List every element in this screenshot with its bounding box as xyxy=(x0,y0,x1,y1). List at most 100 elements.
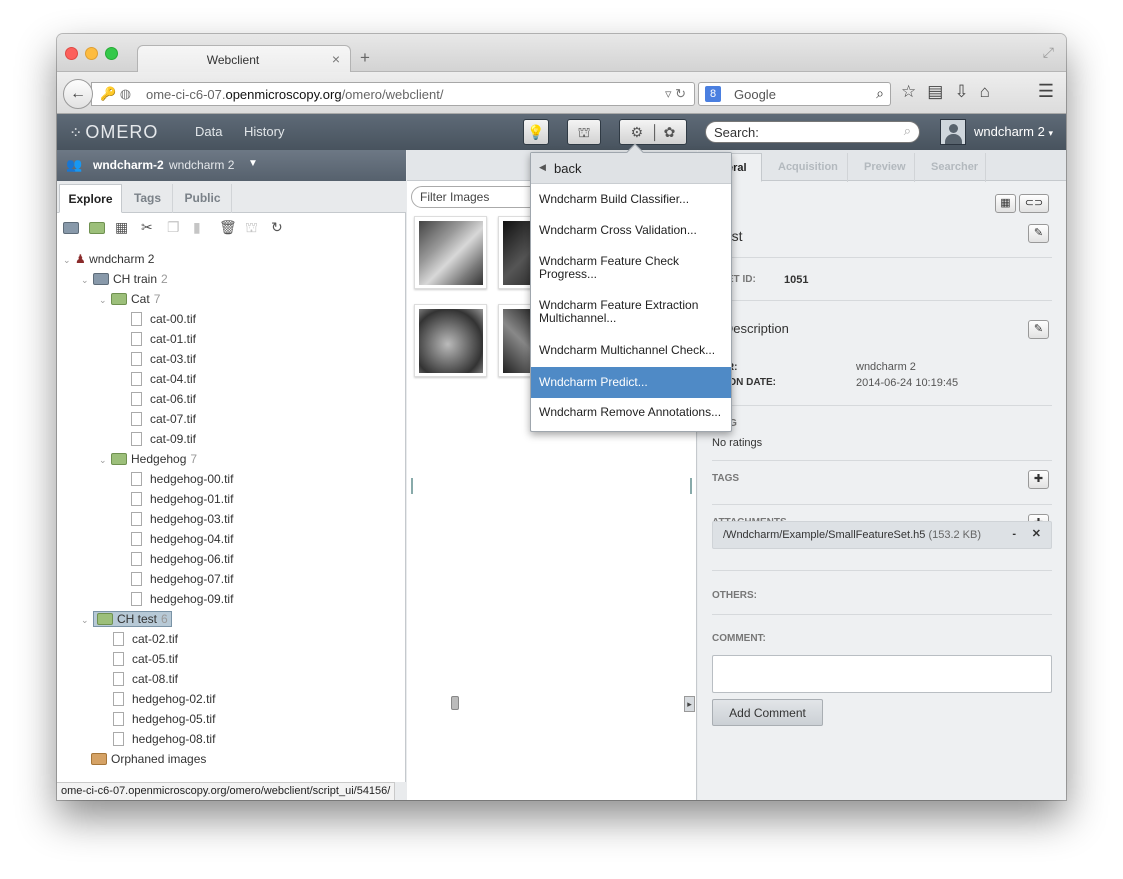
avatar[interactable] xyxy=(940,119,966,145)
identity-icon[interactable]: 🔑 ◍ xyxy=(100,86,131,102)
tree-root[interactable]: ⌄ ♟ wndcharm 2 xyxy=(63,249,154,269)
tree-image[interactable]: cat-01.tif xyxy=(131,329,196,349)
chevron-down-icon[interactable]: ▼ xyxy=(248,158,258,169)
new-project-icon[interactable] xyxy=(63,219,89,235)
menu-item-multichannel-check[interactable]: Wndcharm Multichannel Check... xyxy=(531,344,731,357)
nav-data-link[interactable]: Data xyxy=(195,124,222,139)
menu-item-remove-annotations[interactable]: Wndcharm Remove Annotations... xyxy=(531,406,731,419)
new-dataset-icon[interactable] xyxy=(89,219,115,235)
comment-textarea[interactable] xyxy=(712,655,1052,693)
menu-item-build-classifier[interactable]: Wndcharm Build Classifier... xyxy=(531,193,731,206)
link-button[interactable]: ⊂⊃ xyxy=(1019,194,1049,213)
url-bar[interactable]: 🔑 ◍ ome-ci-c6-07.openmicroscopy.org/omer… xyxy=(91,82,695,106)
omero-search[interactable]: ⌕ xyxy=(705,121,920,143)
nav-history-link[interactable]: History xyxy=(244,124,284,139)
tab-close-icon[interactable]: × xyxy=(332,51,340,67)
group-user-bar[interactable]: 👥 wndcharm-2 wndcharm 2 ▼ xyxy=(57,150,406,181)
new-tab-icon[interactable]: + xyxy=(360,48,370,68)
tree-image[interactable]: hedgehog-04.tif xyxy=(131,529,233,549)
collapse-icon[interactable]: ⌄ xyxy=(99,290,111,310)
home-icon[interactable]: ⌂ xyxy=(980,82,1001,101)
tab-searcher[interactable]: Searcher xyxy=(916,153,986,182)
menu-back-item[interactable]: ◀ back xyxy=(531,153,731,184)
tab-acquisition[interactable]: Acquisition xyxy=(763,153,848,182)
zoom-slider-knob[interactable] xyxy=(451,696,459,710)
tree-dataset-ch-test[interactable]: ⌄ CH test 6 xyxy=(81,609,172,629)
cut-icon[interactable]: ✂ xyxy=(141,219,167,236)
tree-image[interactable]: hedgehog-09.tif xyxy=(131,589,233,609)
remove-icon[interactable]: ⛫ xyxy=(245,219,271,238)
tree-image[interactable]: cat-05.tif xyxy=(113,649,178,669)
window-close-button[interactable] xyxy=(65,47,78,60)
download-icon[interactable]: ⇩ xyxy=(954,82,979,101)
delete-icon[interactable]: 🗑 xyxy=(219,219,245,236)
tab-public[interactable]: Public xyxy=(174,184,232,213)
url-text[interactable]: ome-ci-c6-07.openmicroscopy.org/omero/we… xyxy=(146,87,443,102)
scripts-button[interactable]: ⚙ │ ✿ xyxy=(619,119,687,145)
hamburger-menu-icon[interactable]: ☰ xyxy=(1038,81,1054,102)
image-thumbnail[interactable] xyxy=(414,304,487,377)
basket-button[interactable]: ⛫ xyxy=(567,119,601,145)
back-button[interactable]: ← xyxy=(63,79,93,109)
refresh-icon[interactable]: ↻ xyxy=(271,219,297,236)
edit-name-button[interactable]: ✎ xyxy=(1028,224,1049,243)
tree-image[interactable]: cat-04.tif xyxy=(131,369,196,389)
reload-icon[interactable]: ▿ ↻ xyxy=(665,86,686,102)
right-splitter-handle[interactable] xyxy=(690,478,692,494)
menu-item-predict[interactable]: Wndcharm Predict... xyxy=(531,367,731,398)
tree-image[interactable]: hedgehog-08.tif xyxy=(113,729,215,749)
tree-image[interactable]: cat-02.tif xyxy=(113,629,178,649)
menu-item-cross-validation[interactable]: Wndcharm Cross Validation... xyxy=(531,224,731,237)
menu-item-feature-check-progress[interactable]: Wndcharm Feature Check Progress... xyxy=(531,255,731,281)
left-splitter-handle[interactable] xyxy=(411,478,413,494)
omero-search-input[interactable] xyxy=(714,125,894,140)
tree-image[interactable]: hedgehog-05.tif xyxy=(113,709,215,729)
tree-dataset-cat[interactable]: ⌄ Cat 7 xyxy=(99,289,160,309)
window-zoom-button[interactable] xyxy=(105,47,118,60)
tree-image[interactable]: cat-03.tif xyxy=(131,349,196,369)
search-icon[interactable]: ⌕ xyxy=(876,85,884,102)
new-screen-icon[interactable]: ▦ xyxy=(115,219,141,236)
menu-item-feature-extraction-multichannel[interactable]: Wndcharm Feature Extraction Multichannel… xyxy=(531,299,731,325)
attachment-item[interactable]: /Wndcharm/Example/SmallFeatureSet.h5 (15… xyxy=(712,521,1052,549)
tree-image[interactable]: cat-06.tif xyxy=(131,389,196,409)
lightbulb-button[interactable]: 💡 xyxy=(523,119,549,145)
paste-icon[interactable]: ▮ xyxy=(193,219,219,236)
user-menu[interactable]: wndcharm 2 ▾ xyxy=(974,124,1053,139)
copy-icon[interactable]: ❐ xyxy=(167,219,193,236)
add-comment-button[interactable]: Add Comment xyxy=(712,699,823,726)
window-minimize-button[interactable] xyxy=(85,47,98,60)
image-thumbnail[interactable] xyxy=(414,216,487,289)
omero-logo[interactable]: ⁘ OMERO xyxy=(69,122,158,143)
delete-attachment-icon[interactable]: ✕ xyxy=(1032,527,1041,540)
tree-image[interactable]: cat-09.tif xyxy=(131,429,196,449)
tree-image[interactable]: cat-08.tif xyxy=(113,669,178,689)
tab-tags[interactable]: Tags xyxy=(123,184,173,213)
grid-view-button[interactable]: ▦ xyxy=(995,194,1016,213)
tab-preview[interactable]: Preview xyxy=(849,153,915,182)
tree-project-ch-train[interactable]: ⌄ CH train 2 xyxy=(81,269,168,289)
tree-image[interactable]: hedgehog-07.tif xyxy=(131,569,233,589)
tree-image[interactable]: hedgehog-01.tif xyxy=(131,489,233,509)
google-icon[interactable]: 8 xyxy=(705,86,721,102)
edit-description-button[interactable]: ✎ xyxy=(1028,320,1049,339)
browser-tab[interactable]: Webclient × xyxy=(137,45,351,73)
attachment-name[interactable]: /Wndcharm/Example/SmallFeatureSet.h5 (15… xyxy=(723,529,981,541)
bookmark-star-icon[interactable]: ☆ xyxy=(901,82,927,101)
pane-toggle-icon[interactable]: ▸ xyxy=(684,696,695,712)
tree-dataset-hedgehog[interactable]: ⌄ Hedgehog 7 xyxy=(99,449,197,469)
tree-image[interactable]: cat-07.tif xyxy=(131,409,196,429)
add-tag-button[interactable]: ✚ xyxy=(1028,470,1049,489)
tree-orphaned-images[interactable]: Orphaned images xyxy=(91,749,206,769)
selected-node[interactable]: CH test 6 xyxy=(93,611,172,627)
tab-explore[interactable]: Explore xyxy=(59,184,122,213)
collapse-icon[interactable]: ⌄ xyxy=(63,250,75,270)
tree-image[interactable]: hedgehog-02.tif xyxy=(113,689,215,709)
remove-attachment-icon[interactable]: - xyxy=(1012,528,1016,540)
collapse-icon[interactable]: ⌄ xyxy=(81,610,93,630)
browser-search-box[interactable]: 8 Google ⌕ xyxy=(698,82,891,106)
search-icon[interactable]: ⌕ xyxy=(904,123,911,139)
fullscreen-icon[interactable]: ⤢ xyxy=(1043,44,1054,61)
tree-image[interactable]: hedgehog-03.tif xyxy=(131,509,233,529)
reading-list-icon[interactable]: ▤ xyxy=(927,82,954,101)
